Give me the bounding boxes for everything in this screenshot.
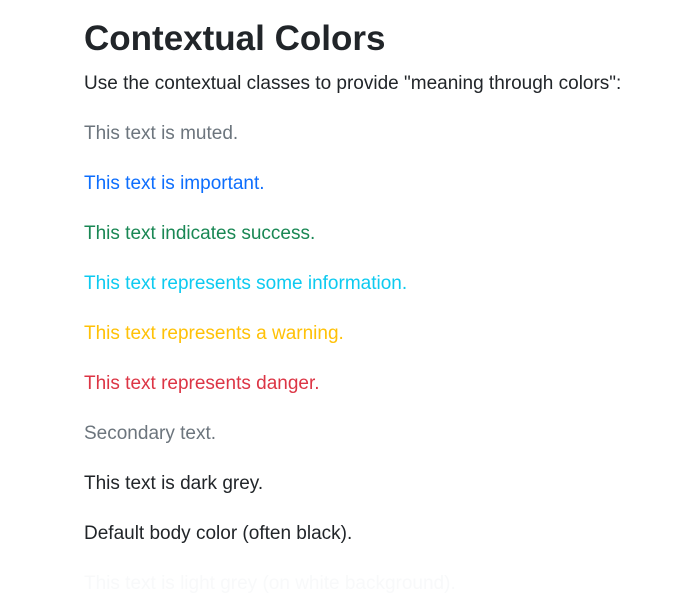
text-primary: This text is important. — [84, 173, 265, 194]
text-muted: This text is muted. — [84, 123, 239, 144]
page-title: Contextual Colors — [84, 19, 386, 58]
text-info: This text represents some information. — [84, 273, 408, 294]
intro-text: Use the contextual classes to provide "m… — [84, 73, 622, 94]
text-warning: This text represents a warning. — [84, 323, 344, 344]
text-secondary: Secondary text. — [84, 423, 217, 444]
text-light: This text is light grey (on white backgr… — [84, 573, 456, 594]
text-danger: This text represents danger. — [84, 373, 320, 394]
content-container: Contextual Colors Use the contextual cla… — [84, 16, 684, 596]
text-success: This text indicates success. — [84, 223, 316, 244]
text-body: Default body color (often black). — [84, 523, 353, 544]
text-dark: This text is dark grey. — [84, 473, 264, 494]
